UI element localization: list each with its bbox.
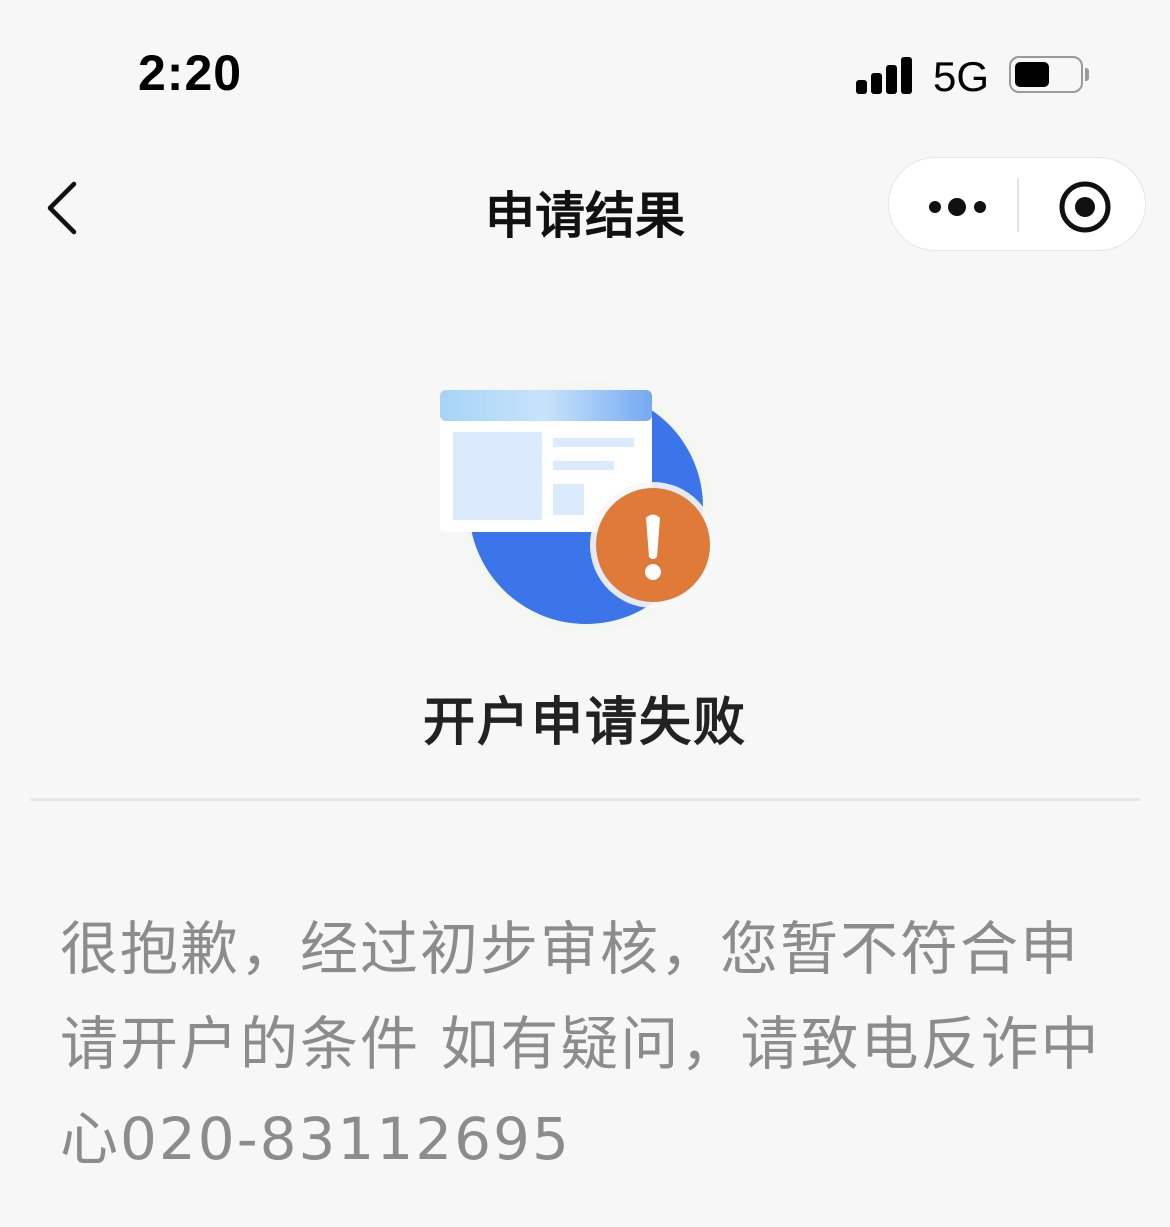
more-dots-icon (929, 198, 986, 216)
status-time: 2:20 (138, 45, 243, 101)
close-button[interactable] (1019, 158, 1145, 252)
status-bar: 2:20 5G (0, 0, 1170, 150)
signal-icon (856, 57, 914, 94)
battery-icon (1009, 56, 1089, 93)
target-circle-icon (1059, 181, 1111, 233)
network-type: 5G (933, 53, 990, 100)
capsule-menu (888, 157, 1146, 251)
divider (30, 798, 1140, 801)
application-warning-icon (420, 370, 740, 650)
result-title: 开户申请失败 (422, 693, 747, 753)
result-message: 很抱歉，经过初步审核，您暂不符合申 请开户的条件 如有疑问，请致电反诈中 心02… (60, 915, 1101, 1173)
navigation-bar: 申请结果 (0, 150, 1170, 265)
more-button[interactable] (889, 158, 1018, 252)
